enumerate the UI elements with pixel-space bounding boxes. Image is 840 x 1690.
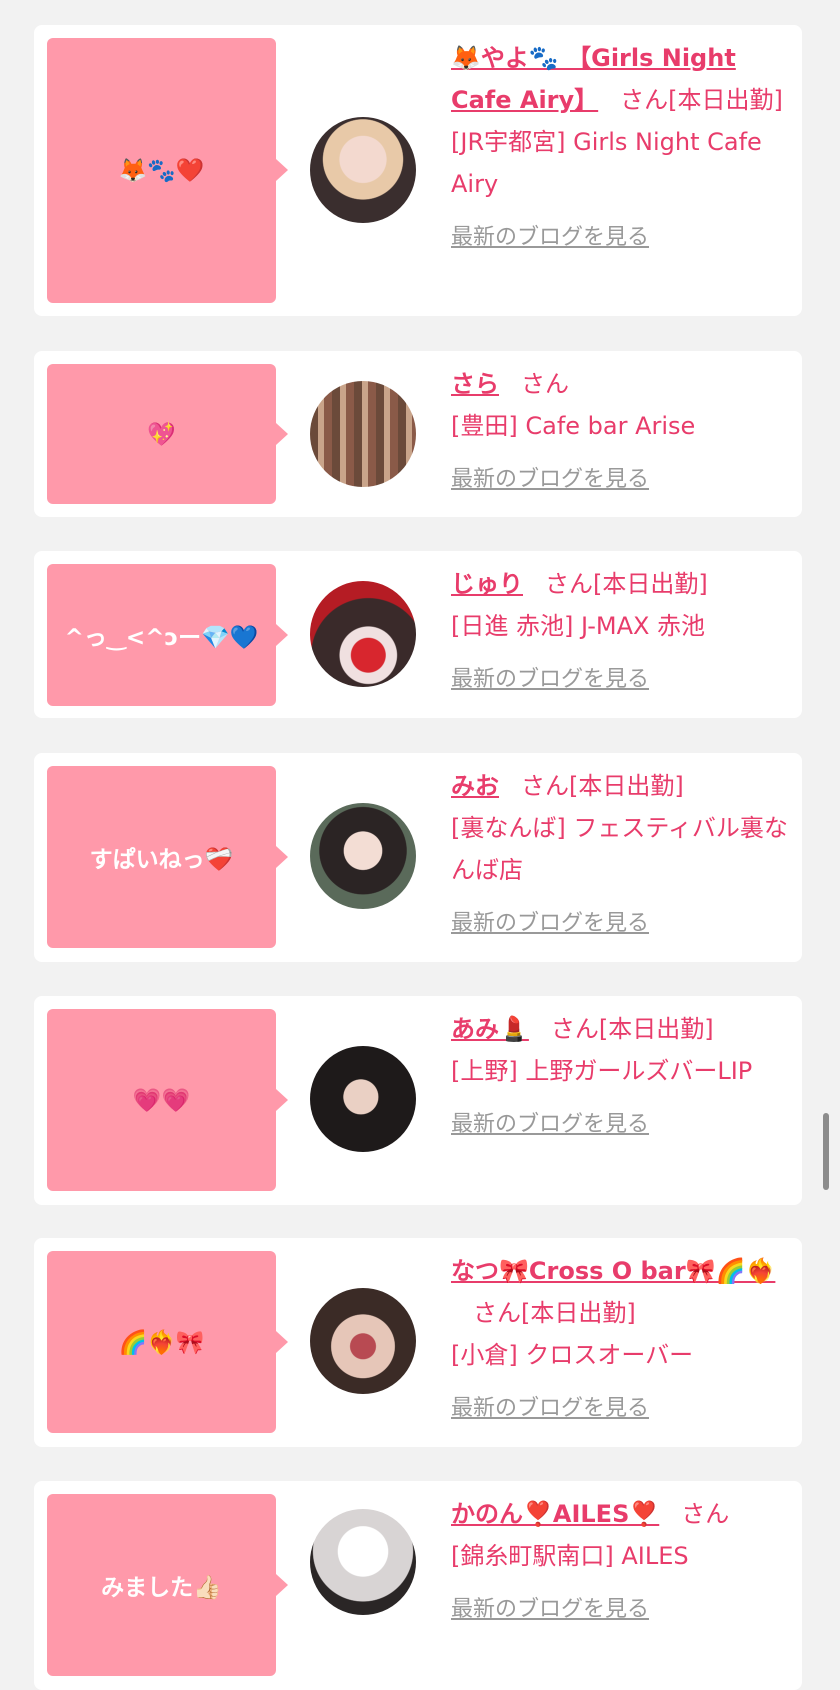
bubble-tail xyxy=(276,159,288,181)
latest-blog-link[interactable]: 最新のブログを見る xyxy=(451,1104,649,1146)
attendance-status: [本日出勤] xyxy=(668,86,783,114)
girl-card: みました👍🏻 かのん❣️AILES❣️ さん [錦糸町駅南口] AILES 最新の… xyxy=(34,1481,802,1690)
latest-blog-link[interactable]: 最新のブログを見る xyxy=(451,217,649,259)
shop-name: [豊田] Cafe bar Arise xyxy=(451,412,696,440)
attendance-status: [本日出勤] xyxy=(521,1299,636,1327)
bubble-tail xyxy=(276,1089,288,1111)
avatar[interactable] xyxy=(310,381,416,487)
latest-blog-link[interactable]: 最新のブログを見る xyxy=(451,1589,649,1631)
shop-name: [上野] 上野ガールズバーLIP xyxy=(451,1057,753,1085)
comment-bubble: 🦊🐾❤️ xyxy=(47,38,276,303)
girl-name-link[interactable]: なつ🎀Cross O bar🎀🌈❤️‍🔥 xyxy=(451,1257,775,1285)
latest-blog-link[interactable]: 最新のブログを見る xyxy=(451,459,649,501)
honorific: さん xyxy=(545,570,593,598)
girl-info: かのん❣️AILES❣️ さん [錦糸町駅南口] AILES 最新のブログを見る xyxy=(451,1493,793,1631)
avatar[interactable] xyxy=(310,581,416,687)
shop-name: [小倉] クロスオーバー xyxy=(451,1341,694,1369)
bubble-tail xyxy=(276,1331,288,1353)
shop-name: [裏なんば] フェスティバル裏なんば店 xyxy=(451,814,788,884)
comment-text: 💖 xyxy=(147,421,176,448)
honorific: さん xyxy=(620,86,669,114)
latest-blog-link[interactable]: 最新のブログを見る xyxy=(451,903,649,945)
girl-name-link[interactable]: かのん❣️AILES❣️ xyxy=(451,1500,659,1528)
girl-card: すぱいねっ❤️‍🩹 みお さん[本日出勤] [裏なんば] フェスティバル裏なんば店… xyxy=(34,753,802,962)
shop-name: [日進 赤池] J-MAX 赤池 xyxy=(451,612,706,640)
girl-name-link[interactable]: みお xyxy=(451,772,499,800)
girl-info: あみ💄 さん[本日出勤] [上野] 上野ガールズバーLIP 最新のブログを見る xyxy=(451,1008,793,1146)
avatar[interactable] xyxy=(310,1288,416,1394)
attendance-status: [本日出勤] xyxy=(598,1015,714,1043)
comment-text: 🌈❤️‍🔥🎀 xyxy=(118,1329,205,1356)
bubble-tail xyxy=(276,423,288,445)
latest-blog-link[interactable]: 最新のブログを見る xyxy=(451,659,649,701)
girl-name-link[interactable]: あみ💄 xyxy=(451,1015,529,1043)
girl-info: じゅり さん[本日出勤] [日進 赤池] J-MAX 赤池 最新のブログを見る xyxy=(451,563,793,701)
comment-bubble: 🌈❤️‍🔥🎀 xyxy=(47,1251,276,1433)
shop-name: [錦糸町駅南口] AILES xyxy=(451,1542,689,1570)
bubble-tail xyxy=(276,846,288,868)
avatar[interactable] xyxy=(310,1509,416,1615)
avatar[interactable] xyxy=(310,1046,416,1152)
comment-bubble: ^っ‿<^ɔー💎💙 xyxy=(47,564,276,706)
girl-card: 🌈❤️‍🔥🎀 なつ🎀Cross O bar🎀🌈❤️‍🔥 さん[本日出勤] [小倉]… xyxy=(34,1238,802,1447)
honorific: さん xyxy=(473,1299,521,1327)
girl-card: 💖 さら さん [豊田] Cafe bar Arise 最新のブログを見る xyxy=(34,351,802,517)
girl-info: さら さん [豊田] Cafe bar Arise 最新のブログを見る xyxy=(451,363,793,501)
avatar[interactable] xyxy=(310,117,416,223)
girl-card: 🦊🐾❤️ 🦊やよ🐾 【Girls Night Cafe Airy】 さん[本日出勤… xyxy=(34,25,802,316)
girl-info: 🦊やよ🐾 【Girls Night Cafe Airy】 さん[本日出勤] [JR… xyxy=(451,37,793,259)
honorific: さん xyxy=(681,1500,730,1528)
bubble-tail xyxy=(276,1574,288,1596)
bubble-tail xyxy=(276,624,288,646)
shop-name: [JR宇都宮] Girls Night Cafe Airy xyxy=(451,128,762,198)
comment-bubble: みました👍🏻 xyxy=(47,1494,276,1676)
honorific: さん xyxy=(550,1015,599,1043)
latest-blog-link[interactable]: 最新のブログを見る xyxy=(451,1388,649,1430)
avatar[interactable] xyxy=(310,803,416,909)
comment-text: ^っ‿<^ɔー💎💙 xyxy=(64,625,259,651)
comment-bubble: 💖 xyxy=(47,364,276,504)
girl-name-link[interactable]: じゅり xyxy=(451,570,523,598)
comment-text: 🦊🐾❤️ xyxy=(118,158,205,184)
comment-bubble: 💗💗 xyxy=(47,1009,276,1191)
comment-text: 💗💗 xyxy=(132,1087,191,1114)
comment-text: みました👍🏻 xyxy=(101,1575,222,1601)
attendance-status: [本日出勤] xyxy=(569,772,684,800)
scrollbar[interactable] xyxy=(823,1113,829,1190)
girl-info: なつ🎀Cross O bar🎀🌈❤️‍🔥 さん[本日出勤] [小倉] クロスオーバ… xyxy=(451,1250,793,1430)
honorific: さん xyxy=(521,370,569,398)
girl-info: みお さん[本日出勤] [裏なんば] フェスティバル裏なんば店 最新のブログを見る xyxy=(451,765,793,945)
comment-bubble: すぱいねっ❤️‍🩹 xyxy=(47,766,276,948)
girl-card: ^っ‿<^ɔー💎💙 じゅり さん[本日出勤] [日進 赤池] J-MAX 赤池 最… xyxy=(34,551,802,718)
girl-name-link[interactable]: さら xyxy=(451,370,499,398)
comment-text: すぱいねっ❤️‍🩹 xyxy=(89,847,234,873)
girl-card: 💗💗 あみ💄 さん[本日出勤] [上野] 上野ガールズバーLIP 最新のブログを見… xyxy=(34,996,802,1205)
attendance-status: [本日出勤] xyxy=(593,570,708,598)
honorific: さん xyxy=(521,772,569,800)
